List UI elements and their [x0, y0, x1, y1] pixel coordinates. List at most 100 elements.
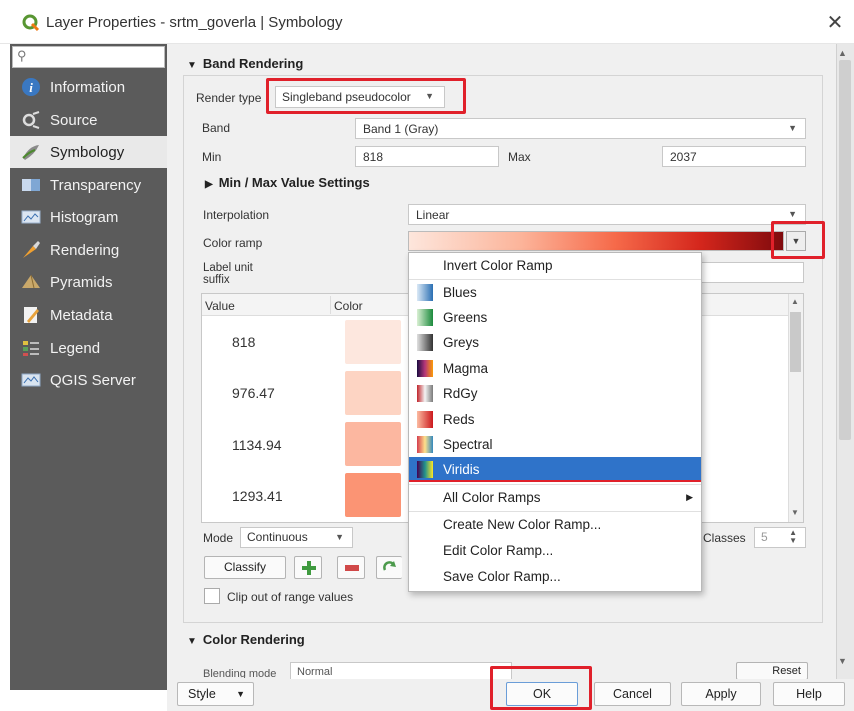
classify-button[interactable]: Classify — [204, 556, 286, 579]
table-row-color-swatch[interactable] — [345, 473, 401, 517]
max-label: Max — [508, 150, 531, 164]
help-button[interactable]: Help — [773, 682, 845, 706]
menu-item-ramp-viridis[interactable]: Viridis — [409, 457, 701, 482]
rdgy-ramp-swatch-icon — [417, 385, 433, 402]
sidebar-item-symbology[interactable]: Symbology — [10, 136, 167, 168]
legend-icon — [23, 341, 39, 356]
panel-scrollbar-thumb[interactable] — [839, 60, 851, 440]
sidebar-search-input[interactable]: ⚲ — [12, 46, 165, 68]
qgis-logo-icon — [22, 14, 40, 32]
sidebar-item-pyramids[interactable]: Pyramids — [10, 266, 167, 298]
sidebar-item-information[interactable]: i Information — [10, 71, 167, 103]
color-ramp-preview[interactable] — [408, 231, 784, 251]
menu-item-ramp-spectral[interactable]: Spectral — [409, 432, 701, 457]
label-unit-label: Label unit — [203, 262, 253, 274]
highlight-box-ramp-button — [771, 221, 825, 259]
sidebar-item-label: Histogram — [50, 208, 119, 226]
mode-select[interactable]: Continuous ▼ — [240, 527, 353, 548]
band-rendering-header[interactable]: ▼ Band Rendering — [187, 56, 303, 71]
minmax-settings-header[interactable]: ▶ Min / Max Value Settings — [205, 175, 370, 190]
symbology-icon — [22, 145, 39, 160]
style-button[interactable]: Style ▼ — [177, 682, 254, 706]
chevron-down-icon: ▼ — [788, 209, 797, 219]
close-icon[interactable]: ✕ — [824, 10, 846, 35]
cancel-button[interactable]: Cancel — [594, 682, 671, 706]
rendering-icon — [23, 241, 40, 258]
source-icon — [22, 111, 40, 129]
add-class-button[interactable] — [294, 556, 322, 579]
menu-item-label: Greys — [443, 335, 480, 350]
greys-ramp-swatch-icon — [417, 334, 433, 351]
menu-item-label: Reds — [443, 412, 475, 427]
menu-item-label: Blues — [443, 285, 477, 300]
sidebar-item-histogram[interactable]: Histogram — [10, 201, 167, 233]
table-row-value[interactable]: 1134.94 — [232, 437, 282, 453]
load-classes-button[interactable] — [376, 556, 402, 579]
reset-button[interactable]: Reset — [736, 662, 808, 680]
blending-mode-select[interactable]: Normal — [290, 662, 512, 680]
expand-triangle-icon: ▶ — [205, 179, 213, 190]
reset-label: Reset — [772, 665, 801, 677]
menu-item-label: Edit Color Ramp... — [443, 543, 554, 558]
section-title: Color Rendering — [202, 632, 305, 647]
menu-item-ramp-greens[interactable]: Greens — [409, 305, 701, 330]
menu-item-ramp-reds[interactable]: Reds — [409, 407, 701, 432]
table-row-color-swatch[interactable] — [345, 422, 401, 466]
section-title: Min / Max Value Settings — [218, 175, 370, 190]
render-type-label: Render type — [196, 91, 262, 105]
menu-item-create-color-ramp[interactable]: Create New Color Ramp... — [409, 512, 701, 537]
band-label: Band — [202, 121, 231, 135]
max-input[interactable]: 2037 — [662, 146, 806, 167]
min-input[interactable]: 818 — [355, 146, 499, 167]
menu-item-label: Create New Color Ramp... — [443, 517, 602, 532]
highlight-box-ok — [490, 666, 592, 710]
clip-range-checkbox[interactable] — [204, 588, 220, 604]
table-scrollbar-thumb[interactable] — [790, 312, 801, 372]
apply-button[interactable]: Apply — [681, 682, 761, 706]
sidebar-item-transparency[interactable]: Transparency — [10, 169, 167, 201]
sidebar-item-metadata[interactable]: Metadata — [10, 299, 167, 331]
interpolation-value: Linear — [416, 208, 450, 222]
table-row-value[interactable]: 818 — [232, 334, 255, 350]
menu-item-ramp-rdgy[interactable]: RdGy — [409, 381, 701, 406]
menu-item-label: Magma — [443, 361, 489, 376]
menu-item-ramp-magma[interactable]: Magma — [409, 356, 701, 381]
sidebar-item-qgis-server[interactable]: QGIS Server — [10, 364, 167, 396]
scroll-down-icon[interactable]: ▼ — [791, 508, 799, 517]
mode-label: Mode — [203, 531, 234, 545]
menu-item-ramp-greys[interactable]: Greys — [409, 330, 701, 355]
collapse-triangle-icon: ▼ — [187, 60, 197, 71]
sidebar-item-legend[interactable]: Legend — [10, 332, 167, 364]
scroll-up-icon[interactable]: ▲ — [791, 297, 799, 306]
scroll-down-icon[interactable]: ▼ — [838, 656, 847, 666]
interpolation-select[interactable]: Linear ▼ — [408, 204, 806, 225]
table-row-color-swatch[interactable] — [345, 320, 401, 364]
menu-item-ramp-blues[interactable]: Blues — [409, 280, 701, 305]
information-icon: i — [22, 78, 40, 96]
pyramids-icon — [22, 274, 40, 289]
color-rendering-header[interactable]: ▼ Color Rendering — [187, 632, 305, 647]
magma-ramp-swatch-icon — [417, 360, 433, 377]
reds-ramp-swatch-icon — [417, 411, 433, 428]
scroll-up-icon[interactable]: ▲ — [838, 48, 847, 58]
spin-arrows-icon[interactable]: ▲ ▼ — [789, 529, 797, 545]
menu-item-label: Spectral — [443, 437, 493, 452]
sidebar-item-rendering[interactable]: Rendering — [10, 234, 167, 266]
menu-item-edit-color-ramp[interactable]: Edit Color Ramp... — [409, 538, 701, 563]
table-row-color-swatch[interactable] — [345, 371, 401, 415]
sidebar-item-source[interactable]: Source — [10, 104, 167, 136]
menu-item-label: All Color Ramps — [443, 490, 541, 505]
menu-item-invert-color-ramp[interactable]: Invert Color Ramp — [409, 253, 701, 278]
remove-class-button[interactable] — [337, 556, 365, 579]
table-row-value[interactable]: 976.47 — [232, 385, 275, 401]
label-unit-input[interactable] — [700, 262, 804, 283]
menu-item-all-color-ramps[interactable]: All Color Ramps ▶ — [409, 485, 701, 510]
menu-item-save-color-ramp[interactable]: Save Color Ramp... — [409, 564, 701, 589]
color-ramp-label: Color ramp — [203, 236, 263, 250]
sidebar-item-label: Metadata — [50, 306, 113, 324]
table-row-value[interactable]: 1293.41 — [232, 488, 283, 504]
column-header-color[interactable]: Color — [334, 299, 363, 313]
classes-spinbox[interactable]: 5 ▲ ▼ — [754, 527, 806, 548]
band-select[interactable]: Band 1 (Gray) ▼ — [355, 118, 806, 139]
column-header-value[interactable]: Value — [205, 299, 235, 313]
